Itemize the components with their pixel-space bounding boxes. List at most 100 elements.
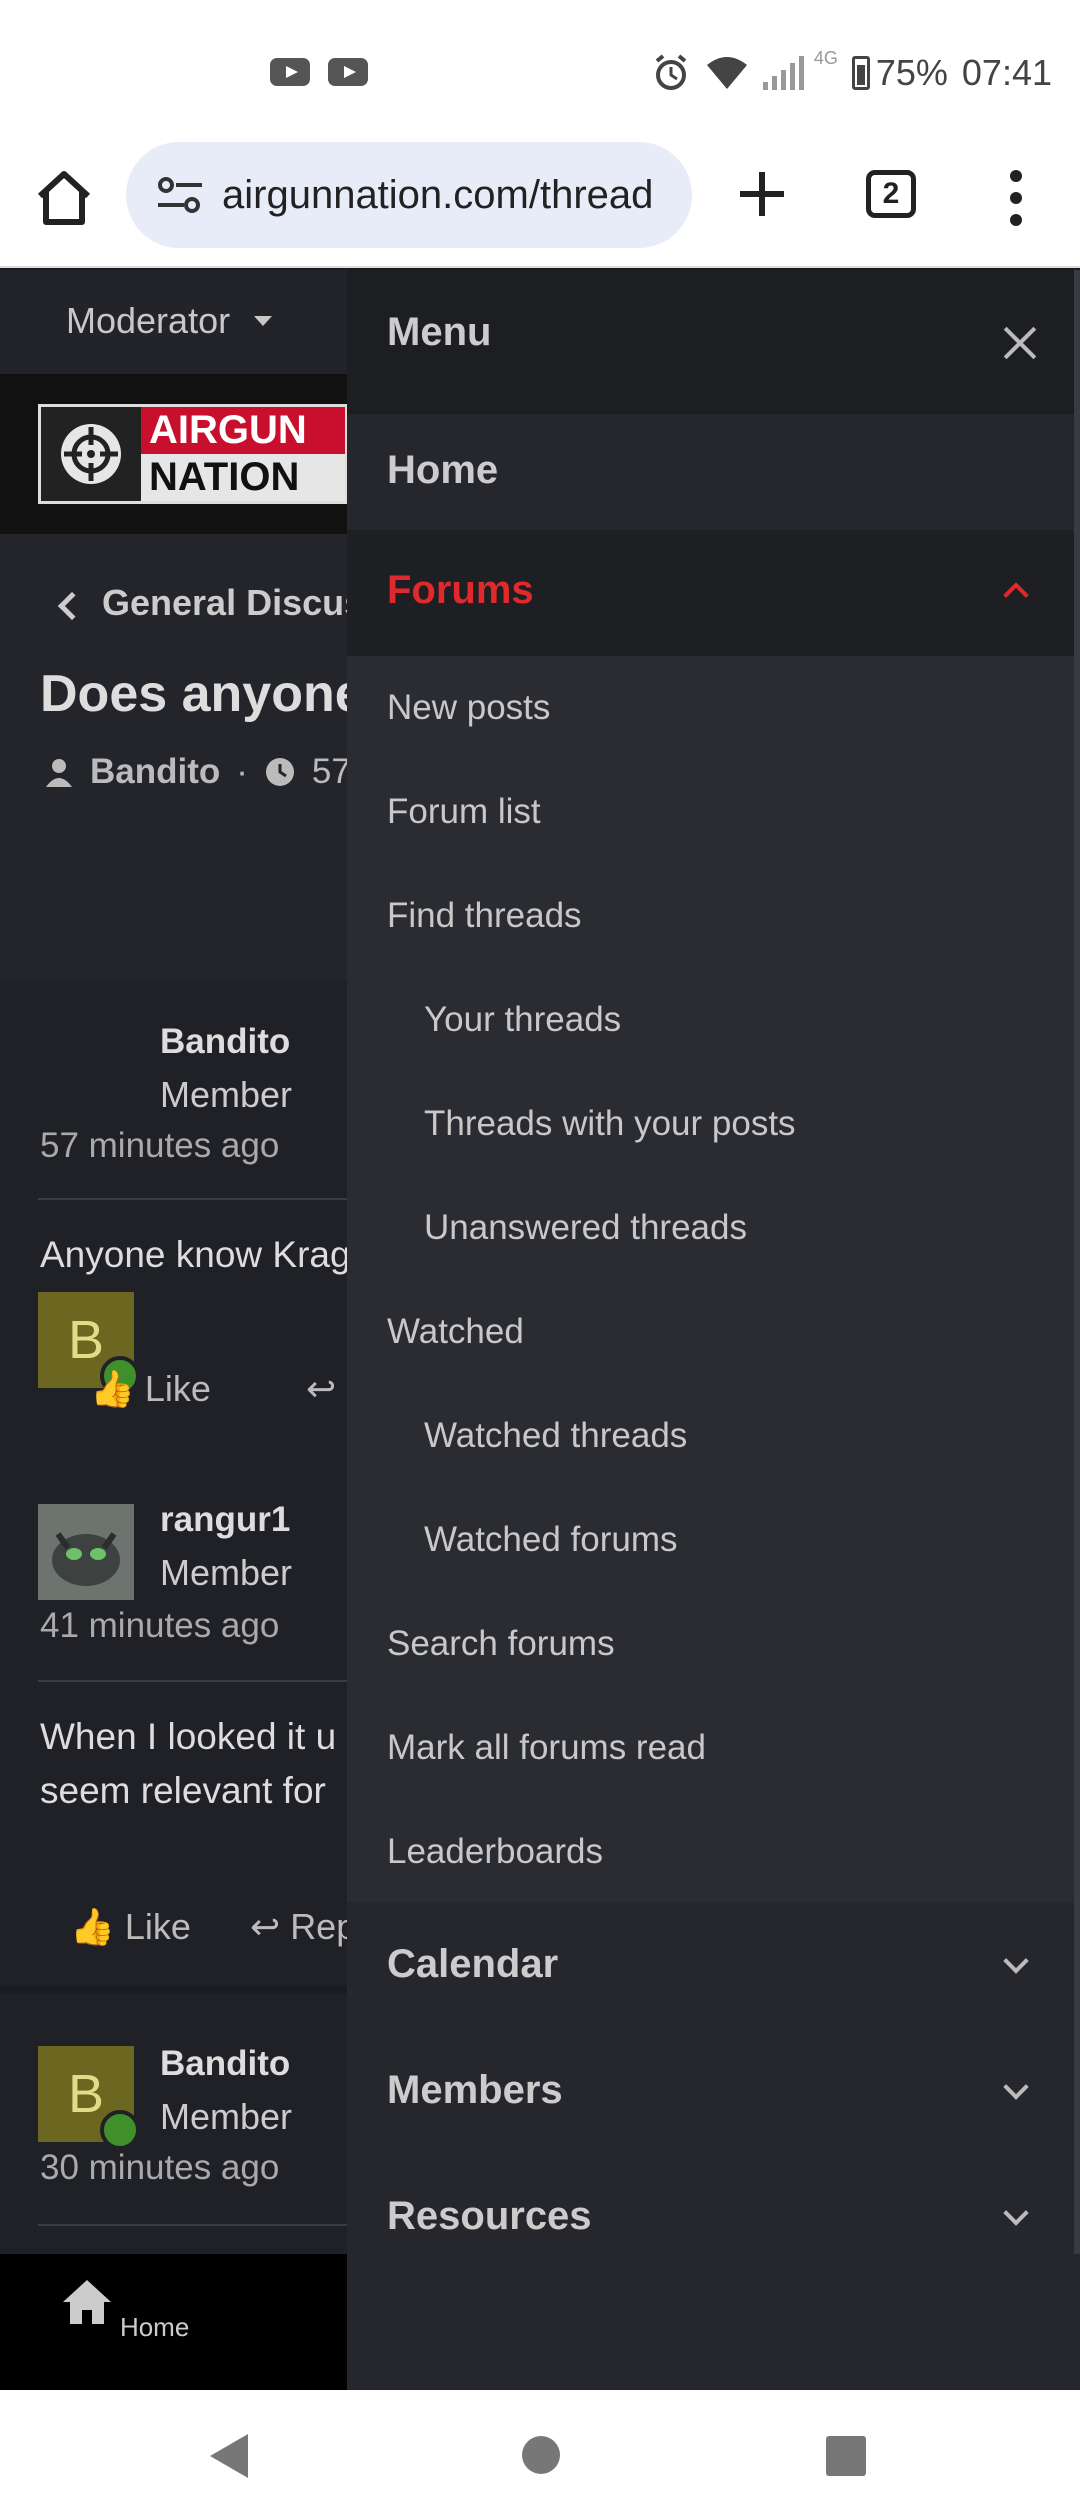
submenu-new-posts[interactable]: New posts [387, 688, 550, 728]
avatar[interactable]: B [38, 2046, 140, 2150]
battery-percent: 75% [875, 52, 948, 93]
browser-toolbar: airgunnation.com/thread 2 [0, 140, 1080, 268]
home-icon [62, 2280, 111, 2324]
submenu-watched[interactable]: Watched [387, 1312, 524, 1352]
alarm-icon [655, 54, 687, 90]
address-bar[interactable]: airgunnation.com/thread [126, 142, 692, 248]
moderator-dropdown[interactable]: Moderator [66, 300, 230, 342]
like-label: Like [124, 1906, 191, 1947]
chevron-down-icon[interactable] [1003, 2074, 1029, 2100]
close-icon[interactable] [997, 320, 1043, 366]
recents-icon[interactable] [826, 2436, 866, 2476]
post-body: Anyone know Krag [40, 1234, 351, 1275]
submenu-watched-threads[interactable]: Watched threads [424, 1416, 687, 1456]
post-role: Member [160, 2096, 293, 2137]
youtube-icon [270, 58, 310, 86]
chevron-up-icon[interactable] [1003, 582, 1029, 608]
raccoon-avatar-icon [38, 1504, 134, 1600]
thread-title: Does anyone [40, 665, 364, 723]
post-author[interactable]: Bandito [160, 2044, 290, 2084]
home-circle-icon[interactable] [522, 2436, 560, 2474]
drawer-scrollbar[interactable] [1074, 270, 1080, 2254]
bottom-nav-home-label: Home [119, 2312, 190, 2342]
breadcrumb[interactable]: General Discus [102, 582, 364, 624]
logo-text-bottom: NATION [141, 454, 345, 501]
submenu-find-threads[interactable]: Find threads [387, 896, 582, 936]
menu-item-calendar[interactable]: Calendar [347, 1902, 1080, 2030]
post-role: Member [160, 1074, 293, 1115]
menu-item-calendar-label: Calendar [387, 1942, 559, 1986]
chevron-down-icon[interactable] [1003, 2200, 1029, 2226]
divider [38, 1680, 378, 1682]
menu-item-home-label: Home [387, 448, 499, 492]
youtube-icon [328, 58, 368, 86]
submenu-forum-list[interactable]: Forum list [387, 792, 541, 832]
avatar-letter: B [67, 2064, 105, 2124]
more-options-icon[interactable] [1004, 170, 1028, 226]
chevron-down-icon[interactable] [1003, 1948, 1029, 1974]
menu-item-members[interactable]: Members [347, 2030, 1080, 2158]
navigation-drawer: Menu Home Forums New posts Forum list Fi… [347, 270, 1080, 2392]
like-button[interactable]: 👍 Like [70, 1906, 191, 1948]
post-time[interactable]: 41 minutes ago [40, 1606, 279, 1646]
submenu-unanswered-threads[interactable]: Unanswered threads [424, 1208, 747, 1248]
avatar-letter: B [67, 1310, 105, 1370]
menu-item-forums-label: Forums [387, 568, 534, 612]
submenu-leaderboards[interactable]: Leaderboards [387, 1832, 603, 1872]
back-icon[interactable] [210, 2434, 248, 2478]
post-role: Member [160, 1552, 293, 1593]
drawer-title: Menu [387, 310, 492, 354]
clock-icon [265, 758, 294, 786]
thumbs-up-icon: 👍 [90, 1368, 135, 1409]
forums-submenu: New posts Forum list Find threads Your t… [347, 656, 1080, 1900]
avatar[interactable] [38, 1504, 134, 1600]
home-icon[interactable] [32, 166, 96, 230]
post-author[interactable]: Bandito [160, 1022, 290, 1062]
caret-down-icon [254, 316, 272, 326]
divider [38, 1198, 378, 1200]
thread-meta: Bandito · 57 [44, 752, 351, 792]
post-body-line: seem relevant for [40, 1770, 326, 1811]
thumbs-up-icon: 👍 [70, 1906, 115, 1947]
like-button[interactable]: 👍 Like [90, 1368, 211, 1410]
crosshair-icon [41, 407, 141, 501]
menu-item-resources-label: Resources [387, 2194, 592, 2238]
system-navigation-bar [0, 2390, 1080, 2520]
online-status-icon [100, 2110, 140, 2150]
menu-item-resources[interactable]: Resources [347, 2156, 1080, 2284]
like-label: Like [144, 1368, 211, 1409]
tab-count: 2 [882, 177, 900, 210]
submenu-search-forums[interactable]: Search forums [387, 1624, 615, 1664]
post-time[interactable]: 57 minutes ago [40, 1126, 279, 1166]
submenu-watched-forums[interactable]: Watched forums [424, 1520, 678, 1560]
wifi-icon [706, 57, 747, 89]
submenu-mark-all-forums-read[interactable]: Mark all forums read [387, 1728, 706, 1768]
logo-text-top: AIRGUN [141, 407, 345, 454]
menu-item-forums[interactable]: Forums [347, 530, 1080, 656]
thread-author[interactable]: Bandito [90, 752, 220, 792]
reply-icon: ↩ [250, 1906, 281, 1947]
thread-age: 57 [311, 752, 351, 791]
post-time[interactable]: 30 minutes ago [40, 2148, 279, 2188]
bottom-nav-home[interactable]: Home [60, 2278, 190, 2343]
user-icon [46, 759, 72, 787]
submenu-your-threads[interactable]: Your threads [424, 1000, 621, 1040]
reply-button[interactable]: ↩ Rep [250, 1906, 356, 1948]
post-body-line: When I looked it u [40, 1716, 337, 1757]
new-tab-icon[interactable] [736, 168, 788, 220]
url-text[interactable]: airgunnation.com/thread [222, 173, 653, 218]
menu-item-home[interactable]: Home [347, 414, 1080, 530]
meta-separator: · [236, 752, 248, 791]
post-author[interactable]: rangur1 [160, 1500, 290, 1540]
status-bar: 4G 75% 07:41 [0, 0, 1080, 140]
site-settings-icon[interactable] [156, 175, 204, 215]
clock: 07:41 [961, 52, 1052, 93]
tab-switcher-button[interactable]: 2 [866, 170, 916, 218]
divider [38, 2224, 378, 2226]
drawer-header: Menu [347, 270, 1080, 414]
network-type: 4G [813, 48, 838, 68]
reply-icon[interactable]: ↩ [306, 1368, 336, 1410]
submenu-threads-with-your-posts[interactable]: Threads with your posts [424, 1104, 796, 1144]
site-logo[interactable]: AIRGUN NATION [38, 404, 348, 504]
signal-icon [762, 56, 804, 90]
